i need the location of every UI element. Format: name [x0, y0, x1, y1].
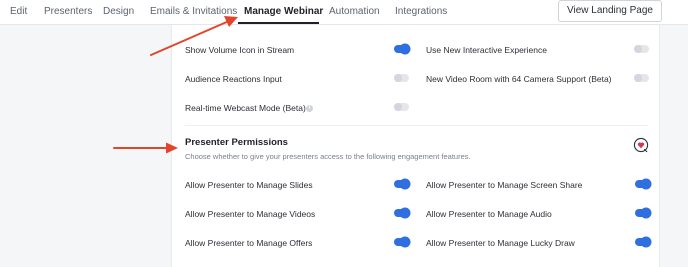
toggle-permission-lucky-draw[interactable]: [635, 238, 650, 246]
toggle-realtime-webcast[interactable]: [394, 103, 409, 111]
tab-automation[interactable]: Automation: [329, 6, 380, 17]
presenter-permissions-title: Presenter Permissions: [185, 137, 288, 148]
annotation-arrow-tab: [150, 16, 238, 56]
toggle-new-interactive[interactable]: [634, 45, 649, 53]
tab-design[interactable]: Design: [103, 6, 134, 17]
permission-label-slides: Allow Presenter to Manage Slides: [185, 180, 313, 190]
permission-label-screen-share: Allow Presenter to Manage Screen Share: [426, 180, 583, 190]
setting-label-realtime-webcast: Real-time Webcast Mode (Beta): [185, 103, 306, 113]
setting-label-audience-reactions: Audience Reactions Input: [185, 74, 282, 84]
toggle-permission-screen-share[interactable]: [635, 180, 650, 188]
permission-label-audio: Allow Presenter to Manage Audio: [426, 209, 552, 219]
permission-label-lucky-draw: Allow Presenter to Manage Lucky Draw: [426, 238, 575, 248]
info-icon[interactable]: i: [306, 105, 313, 112]
toggle-show-volume-icon[interactable]: [394, 45, 409, 53]
annotation-arrow-section: [113, 142, 178, 154]
tab-integrations[interactable]: Integrations: [395, 6, 447, 17]
active-tab-indicator: [238, 22, 319, 24]
toggle-audience-reactions[interactable]: [394, 74, 409, 82]
toggle-permission-offers[interactable]: [394, 238, 409, 246]
section-divider: [185, 125, 648, 126]
top-nav: Edit Presenters Design Emails & Invitati…: [0, 0, 688, 25]
permission-label-offers: Allow Presenter to Manage Offers: [185, 238, 313, 248]
toggle-permission-videos[interactable]: [394, 209, 409, 217]
toggle-permission-slides[interactable]: [394, 180, 409, 188]
toggle-video-room-64[interactable]: [634, 74, 649, 82]
view-landing-page-button[interactable]: View Landing Page: [558, 0, 662, 22]
tab-edit[interactable]: Edit: [10, 6, 27, 17]
setting-label-new-interactive: Use New Interactive Experience: [426, 45, 547, 55]
setting-label-video-room-64: New Video Room with 64 Camera Support (B…: [426, 74, 612, 84]
presenter-permissions-description: Choose whether to give your presenters a…: [185, 152, 471, 161]
toggle-permission-audio[interactable]: [635, 209, 650, 217]
tab-presenters[interactable]: Presenters: [44, 6, 92, 17]
permission-label-videos: Allow Presenter to Manage Videos: [185, 209, 316, 219]
heart-help-icon[interactable]: [633, 137, 649, 153]
tab-manage-webinar[interactable]: Manage Webinar: [244, 6, 323, 17]
